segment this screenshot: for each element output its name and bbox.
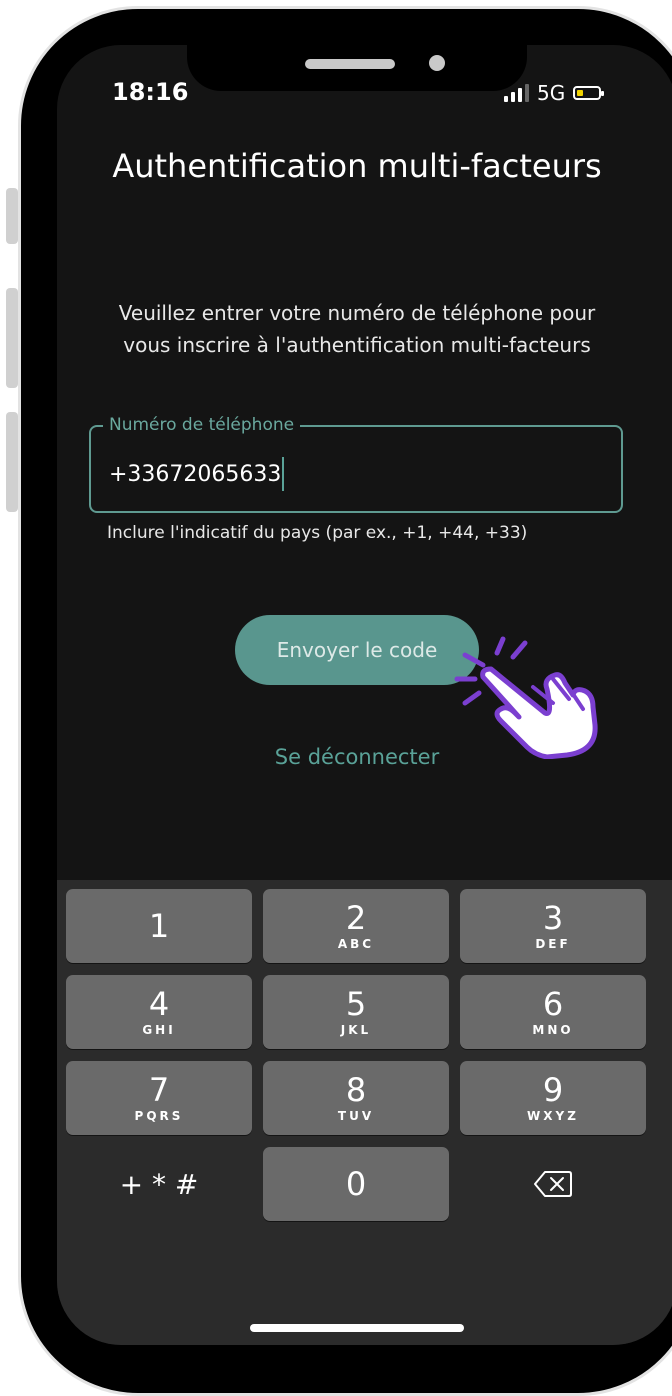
network-type: 5G xyxy=(537,81,566,105)
key-7-letters: PQRS xyxy=(134,1109,184,1123)
key-3-letters: DEF xyxy=(535,937,571,951)
key-1[interactable]: 1 xyxy=(66,889,252,963)
key-2[interactable]: 2 ABC xyxy=(263,889,449,963)
key-5-number: 5 xyxy=(345,985,367,1023)
side-button-volume-down xyxy=(6,412,18,512)
side-button-silent xyxy=(6,188,18,244)
key-5-letters: JKL xyxy=(340,1023,372,1037)
backspace-icon xyxy=(534,1171,572,1197)
phone-number-field[interactable]: Numéro de téléphone +33672065633 xyxy=(89,415,623,513)
key-9-letters: WXYZ xyxy=(527,1109,579,1123)
key-0[interactable]: 0 xyxy=(263,1147,449,1221)
side-button-volume-up xyxy=(6,288,18,388)
phone-number-value: +33672065633 xyxy=(109,461,282,487)
key-5[interactable]: 5 JKL xyxy=(263,975,449,1049)
phone-screen: 18:16 5G Authentification multi-facteurs… xyxy=(57,45,672,1345)
key-3[interactable]: 3 DEF xyxy=(460,889,646,963)
home-indicator[interactable] xyxy=(250,1324,464,1332)
key-1-number: 1 xyxy=(148,907,170,945)
key-7[interactable]: 7 PQRS xyxy=(66,1061,252,1135)
key-8[interactable]: 8 TUV xyxy=(263,1061,449,1135)
key-0-number: 0 xyxy=(345,1165,367,1203)
front-camera xyxy=(429,55,445,71)
helper-text: Inclure l'indicatif du pays (par ex., +1… xyxy=(107,523,528,543)
battery-icon xyxy=(573,86,605,100)
numeric-keypad: 1 2 ABC 3 DEF 4 GHI 5 JKL 6 MNO 7 PQRS 8 TUV 9W… xyxy=(57,880,672,1345)
status-time: 18:16 xyxy=(112,78,189,106)
signal-icon xyxy=(504,84,529,102)
logout-link[interactable]: Se déconnecter xyxy=(57,745,657,769)
key-3-number: 3 xyxy=(542,899,564,937)
backspace-key[interactable] xyxy=(460,1147,646,1221)
page-title: Authentification multi-facteurs xyxy=(112,147,602,185)
key-4-letters: GHI xyxy=(142,1023,176,1037)
text-caret xyxy=(282,457,285,491)
notch xyxy=(187,45,527,91)
key-4[interactable]: 4 GHI xyxy=(66,975,252,1049)
key-8-number: 8 xyxy=(345,1071,367,1109)
key-6-letters: MNO xyxy=(532,1023,574,1037)
key-9-number: 9 xyxy=(542,1071,564,1109)
phone-number-input[interactable]: +33672065633 xyxy=(109,457,285,491)
key-9[interactable]: 9 WXYZ xyxy=(460,1061,646,1135)
speaker-grille xyxy=(305,59,395,69)
pointing-hand-icon xyxy=(454,636,598,759)
key-4-number: 4 xyxy=(148,985,170,1023)
status-indicators: 5G xyxy=(504,81,605,105)
instructions-text: Veuillez entrer votre numéro de téléphon… xyxy=(118,301,596,357)
key-8-letters: TUV xyxy=(337,1109,375,1123)
key-6-number: 6 xyxy=(542,985,564,1023)
symbols-key[interactable]: + * # xyxy=(66,1147,252,1221)
key-2-letters: ABC xyxy=(337,937,375,951)
key-2-number: 2 xyxy=(345,899,367,937)
key-6[interactable]: 6 MNO xyxy=(460,975,646,1049)
phone-number-label: Numéro de téléphone xyxy=(103,415,301,435)
key-7-number: 7 xyxy=(148,1071,170,1109)
